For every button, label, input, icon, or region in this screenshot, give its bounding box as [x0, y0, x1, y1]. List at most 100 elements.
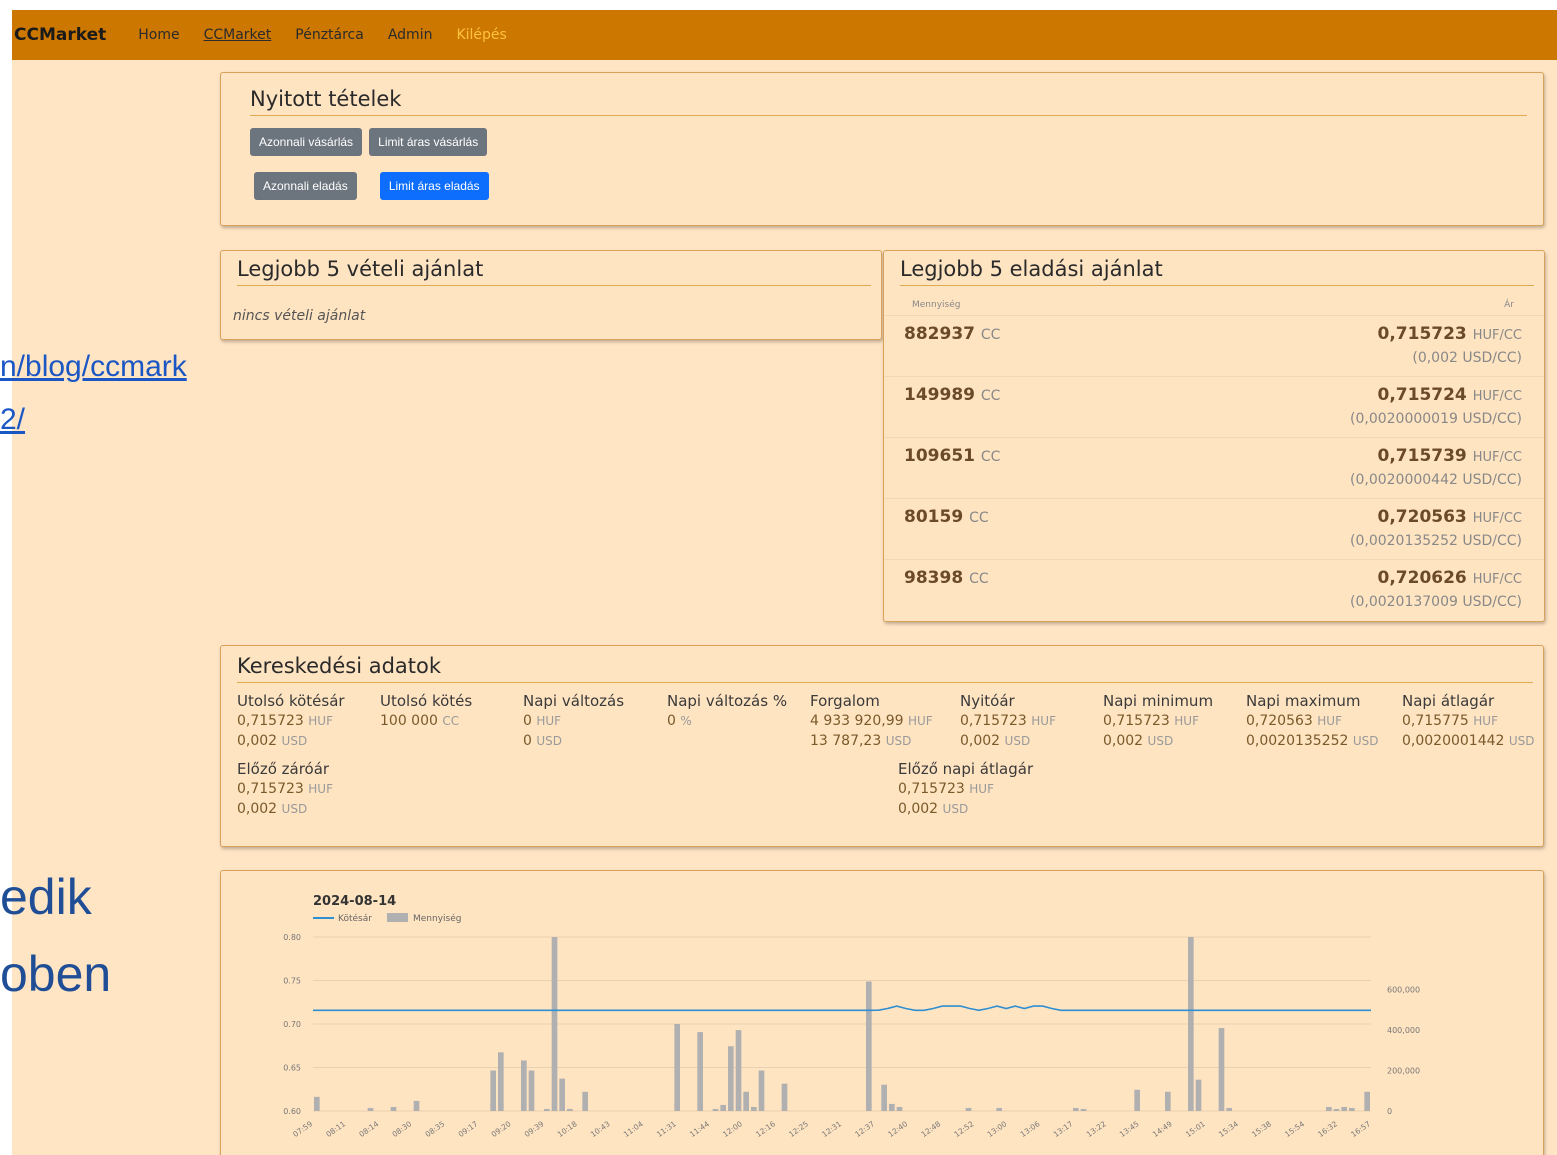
stat-value-primary: 4 933 920,99 HUF — [810, 713, 933, 729]
ask-quantity: 882937 CC — [904, 324, 1001, 344]
ask-row: 80159 CC 0,720563 HUF/CC (0,0020135252 U… — [884, 499, 1544, 560]
asks-list: 882937 CC 0,715723 HUF/CC (0,002 USD/CC)… — [884, 316, 1544, 622]
stat-value-secondary: 0,0020001442 USD — [1402, 733, 1535, 749]
volume-bar — [751, 1106, 757, 1111]
x-tick: 12:00 — [721, 1119, 744, 1139]
x-tick: 15:54 — [1283, 1119, 1306, 1139]
trading-stat: Napi minimum 0,715723 HUF 0,002 USD — [1103, 691, 1213, 751]
volume-bar — [551, 937, 558, 1111]
volume-bar — [559, 1078, 565, 1111]
volume-bar — [743, 1091, 749, 1111]
x-tick: 13:00 — [986, 1119, 1009, 1139]
trading-data-card: Kereskedési adatok Utolsó kötésár 0,71572… — [220, 645, 1544, 847]
stat-value-primary: 0,720563 HUF — [1246, 713, 1342, 729]
stat-value-secondary: 0,002 USD — [960, 733, 1031, 749]
x-tick: 15:38 — [1250, 1119, 1273, 1139]
limit-sell-button[interactable]: Limit áras eladás — [379, 172, 489, 200]
best-asks-title: Legjobb 5 eladási ajánlat — [900, 257, 1534, 286]
ask-price-usd: (0,002 USD/CC) — [1412, 350, 1522, 366]
volume-bar — [367, 1107, 374, 1111]
instant-sell-button[interactable]: Azonnali eladás — [254, 172, 357, 200]
nav-logout[interactable]: Kilépés — [456, 27, 506, 43]
ask-price-usd: (0,0020000442 USD/CC) — [1350, 472, 1522, 488]
x-tick: 08:14 — [357, 1119, 380, 1139]
best-bids-card: Legjobb 5 vételi ajánlat nincs vételi aj… — [220, 250, 882, 340]
volume-bar — [544, 1108, 550, 1111]
asks-col-qty: Mennyiség — [912, 300, 961, 310]
trading-stat: Utolsó kötés 100 000 CC — [380, 691, 472, 731]
x-tick: 12:16 — [754, 1119, 777, 1139]
background-link-line2[interactable]: 2/ — [0, 403, 25, 437]
volume-bar — [996, 1107, 1002, 1111]
trading-stat: Előző záróár 0,715723 HUF 0,002 USD — [237, 759, 333, 819]
y-left-tick: 0.80 — [283, 933, 301, 942]
trading-stat: Napi maximum 0,720563 HUF 0,0020135252 USD — [1246, 691, 1379, 751]
volume-bar — [735, 1030, 742, 1111]
stat-label: Utolsó kötésár — [237, 692, 345, 710]
stat-value-primary: 0,715723 HUF — [237, 781, 333, 797]
best-asks-card: Legjobb 5 eladási ajánlat Mennyiség Ár 8… — [883, 250, 1545, 622]
volume-bar — [1349, 1107, 1355, 1111]
asks-header: Mennyiség Ár — [884, 286, 1544, 316]
stat-label: Napi változás % — [667, 692, 788, 710]
nav-admin[interactable]: Admin — [388, 27, 433, 43]
asks-col-price: Ár — [1504, 300, 1514, 310]
x-tick: 08:35 — [424, 1119, 447, 1139]
volume-bar — [1341, 1106, 1347, 1111]
volume-bar — [758, 1070, 765, 1111]
volume-bar — [697, 1032, 703, 1111]
stat-value-secondary: 0,002 USD — [898, 801, 969, 817]
ask-quantity: 98398 CC — [904, 568, 989, 588]
best-bids-title: Legjobb 5 vételi ajánlat — [237, 257, 871, 286]
navbar: CCMarket Home CCMarket Pénztárca Admin K… — [12, 10, 1557, 60]
stat-label: Nyitóár — [960, 692, 1015, 710]
background-link-line1[interactable]: n/blog/ccmark — [0, 350, 187, 384]
volume-bar — [889, 1103, 895, 1111]
legend-bar-swatch — [387, 913, 408, 922]
price-volume-chart: 2024-08-14 Kötésár Mennyiség 0.80 0.75 0.7… — [283, 894, 1420, 1139]
ask-row: 109651 CC 0,715739 HUF/CC (0,0020000442 … — [884, 438, 1544, 499]
volume-bar — [674, 1024, 680, 1111]
stat-label: Előző napi átlagár — [898, 760, 1034, 778]
stat-value-secondary: 0,002 USD — [237, 801, 308, 817]
x-tick: 07:59 — [291, 1119, 314, 1139]
nav-ccmarket[interactable]: CCMarket — [204, 27, 272, 43]
ask-price: 0,720626 HUF/CC — [1377, 568, 1523, 588]
x-tick: 12:48 — [919, 1119, 942, 1139]
ask-price-usd: (0,0020135252 USD/CC) — [1350, 533, 1522, 549]
ask-price: 0,720563 HUF/CC — [1377, 507, 1523, 527]
y-left-tick: 0.60 — [283, 1107, 301, 1116]
brand-logo[interactable]: CCMarket — [14, 25, 106, 45]
ask-price-usd: (0,0020137009 USD/CC) — [1350, 594, 1522, 610]
volume-bar — [1226, 1107, 1232, 1111]
ask-row: 98398 CC 0,720626 HUF/CC (0,0020137009 U… — [884, 560, 1544, 621]
volume-bar — [1080, 1108, 1087, 1111]
volume-bar — [1188, 937, 1194, 1111]
volume-bar — [390, 1106, 397, 1111]
no-bids-text: nincs vételi ajánlat — [233, 308, 366, 324]
limit-buy-button[interactable]: Limit áras vásárlás — [369, 128, 488, 156]
volume-bar — [528, 1070, 535, 1111]
nav-home[interactable]: Home — [138, 27, 179, 43]
instant-buy-button[interactable]: Azonnali vásárlás — [250, 128, 363, 156]
ask-price: 0,715739 HUF/CC — [1377, 446, 1523, 466]
stat-label: Napi átlagár — [1402, 692, 1495, 710]
volume-bar — [712, 1108, 719, 1111]
nav-wallet[interactable]: Pénztárca — [295, 27, 364, 43]
y-right-tick: 200,000 — [1387, 1067, 1420, 1076]
stat-label: Előző záróár — [237, 760, 330, 778]
x-tick: 11:44 — [688, 1119, 711, 1139]
x-tick: 09:17 — [457, 1119, 480, 1139]
volume-bar — [728, 1046, 734, 1111]
x-tick: 08:11 — [324, 1119, 347, 1139]
x-tick: 12:25 — [787, 1119, 810, 1139]
volume-bar — [1326, 1106, 1332, 1111]
legend-price: Kötésár — [338, 913, 372, 924]
trading-stat: Utolsó kötésár 0,715723 HUF 0,002 USD — [237, 691, 345, 751]
volume-bar — [1218, 1028, 1225, 1111]
stat-label: Napi változás — [523, 692, 625, 710]
trading-stat: Nyitóár 0,715723 HUF 0,002 USD — [960, 691, 1056, 751]
volume-bar — [582, 1091, 588, 1111]
price-line — [313, 1005, 1371, 1012]
y-right-tick: 0 — [1387, 1107, 1392, 1116]
